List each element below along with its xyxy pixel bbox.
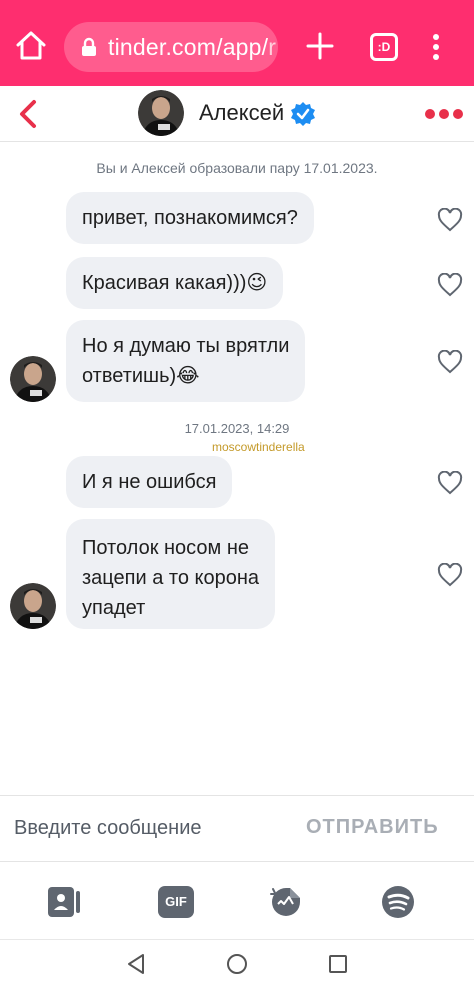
message-bubble[interactable]: И я не ошибся — [66, 456, 233, 508]
message-text: И я не ошибся — [82, 471, 217, 493]
message-text: привет, познакомимся? — [82, 207, 298, 229]
back-icon[interactable] — [16, 98, 40, 130]
contact-name[interactable]: Алексей — [199, 100, 284, 126]
verified-icon — [291, 102, 315, 126]
more-horiz-icon[interactable] — [424, 106, 464, 122]
heart-icon[interactable] — [437, 350, 463, 374]
nav-recents-icon[interactable] — [326, 952, 350, 976]
address-bar[interactable]: tinder.com/app/r — [64, 22, 278, 72]
avatar[interactable] — [10, 356, 56, 402]
home-icon[interactable] — [14, 29, 48, 63]
message-text: Красивая какая)))😉 — [82, 272, 268, 294]
heart-icon[interactable] — [437, 208, 463, 232]
message-input[interactable] — [14, 810, 304, 846]
heart-icon[interactable] — [437, 563, 463, 587]
message-bubble[interactable]: Красивая какая)))😉 — [66, 257, 284, 309]
message-bubble[interactable]: Потолок носом не зацепи а то корона упад… — [66, 519, 276, 629]
lock-icon — [82, 37, 96, 56]
gif-icon[interactable]: GIF — [158, 886, 194, 918]
tabs-icon[interactable]: :D — [370, 33, 398, 61]
contact-card-icon[interactable] — [46, 884, 82, 920]
nav-back-icon[interactable] — [124, 952, 148, 976]
plus-icon[interactable] — [306, 32, 334, 60]
match-note: Вы и Алексей образовали пару 17.01.2023. — [96, 160, 378, 176]
attachment-toolbar: GIF — [0, 861, 474, 939]
watermark: moscowtinderella — [212, 440, 305, 454]
message-timestamp: 17.01.2023, 14:29 — [184, 421, 290, 436]
avatar[interactable] — [10, 583, 56, 629]
browser-toolbar: tinder.com/app/r :D — [0, 0, 474, 86]
spotify-icon[interactable] — [380, 884, 416, 920]
message-bubble[interactable]: привет, познакомимся? — [66, 192, 314, 244]
message-text: Потолок носом не зацепи а то корона упад… — [82, 537, 260, 619]
nav-home-icon[interactable] — [225, 952, 249, 976]
send-button[interactable]: ОТПРАВИТЬ — [306, 816, 439, 839]
system-navigation-bar — [0, 939, 474, 989]
chat-header: Алексей — [0, 86, 474, 142]
avatar[interactable] — [138, 90, 184, 136]
more-vert-icon[interactable] — [428, 32, 444, 62]
sticker-icon[interactable] — [268, 884, 304, 920]
message-composer: ОТПРАВИТЬ — [0, 795, 474, 861]
message-bubble[interactable]: Но я думаю ты врятли ответишь)😂 — [66, 320, 306, 402]
url-text: tinder.com/app/r — [108, 34, 277, 60]
heart-icon[interactable] — [437, 273, 463, 297]
heart-icon[interactable] — [437, 471, 463, 495]
message-text: Но я думаю ты врятли ответишь)😂 — [82, 335, 290, 387]
